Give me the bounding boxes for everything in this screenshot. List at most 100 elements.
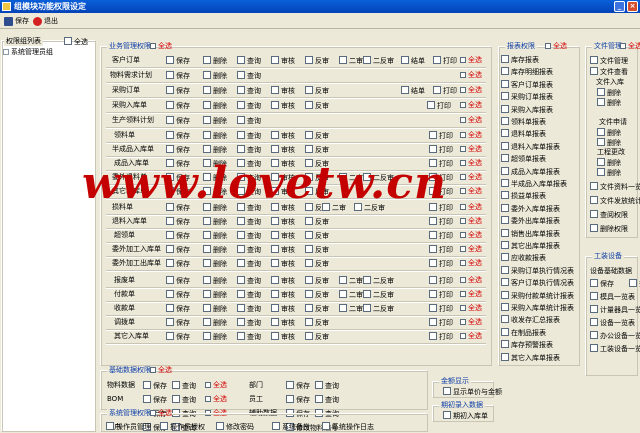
permission-checkbox[interactable]: 查询: [237, 318, 261, 327]
permission-checkbox[interactable]: 删除: [203, 187, 227, 196]
permission-checkbox[interactable]: 反审: [305, 231, 329, 240]
row-select-all[interactable]: 全选: [460, 173, 482, 182]
permission-checkbox[interactable]: 打印: [429, 217, 453, 226]
permission-checkbox[interactable]: 打印: [429, 245, 453, 254]
permission-checkbox[interactable]: 反审: [305, 245, 329, 254]
permission-checkbox[interactable]: 二审: [339, 276, 363, 285]
permission-checkbox[interactable]: 打印: [427, 101, 451, 110]
row-select-all[interactable]: 全选: [460, 259, 482, 268]
permission-checkbox[interactable]: 查询: [237, 187, 261, 196]
permission-checkbox[interactable]: 二审: [339, 173, 363, 182]
basic-checkbox[interactable]: 保存: [143, 395, 167, 404]
permission-checkbox[interactable]: 查询: [237, 56, 261, 65]
file-checkbox[interactable]: 删除: [597, 128, 621, 137]
basic-select-all[interactable]: 全选: [150, 366, 172, 375]
report-checkbox[interactable]: 采购付款单统计报表: [501, 291, 574, 300]
report-checkbox[interactable]: 退料单报表: [501, 129, 546, 138]
basic-checkbox[interactable]: 查询: [172, 381, 196, 390]
permission-checkbox[interactable]: 打印: [429, 145, 453, 154]
report-checkbox[interactable]: 超领单报表: [501, 154, 546, 163]
permission-checkbox[interactable]: 打印: [429, 276, 453, 285]
change-password-checkbox[interactable]: 修改密码: [216, 422, 254, 431]
permission-checkbox[interactable]: 打印: [429, 159, 453, 168]
save-button[interactable]: 保存: [4, 16, 29, 27]
file-checkbox[interactable]: 删除: [597, 158, 621, 167]
equipment-checkbox[interactable]: 查: [629, 279, 640, 288]
report-checkbox[interactable]: 在制品报表: [501, 328, 546, 337]
system-select-all[interactable]: 全选: [150, 409, 172, 418]
permission-checkbox[interactable]: 保存: [166, 304, 190, 313]
permission-checkbox[interactable]: 打印: [429, 304, 453, 313]
permission-checkbox[interactable]: 查询: [237, 203, 261, 212]
permission-checkbox[interactable]: 查询: [237, 245, 261, 254]
permission-checkbox[interactable]: 反审: [305, 131, 329, 140]
report-checkbox[interactable]: 半成品入库单报表: [501, 179, 567, 188]
row-select-all[interactable]: 全选: [460, 187, 482, 196]
permission-checkbox[interactable]: 反审: [305, 187, 329, 196]
equipment-checkbox[interactable]: 模具一览表: [590, 292, 635, 301]
permission-checkbox[interactable]: 保存: [166, 173, 190, 182]
permission-checkbox[interactable]: 删除: [203, 332, 227, 341]
permission-checkbox[interactable]: 删除: [203, 231, 227, 240]
permission-checkbox[interactable]: 查询: [237, 259, 261, 268]
permission-checkbox[interactable]: 审核: [271, 173, 295, 182]
permission-checkbox[interactable]: 反审: [305, 217, 329, 226]
equipment-checkbox[interactable]: 工装设备一览: [590, 344, 640, 353]
report-checkbox[interactable]: 收发存汇总报表: [501, 315, 560, 324]
row-select-all[interactable]: 全选: [460, 71, 482, 80]
report-checkbox[interactable]: 库存报表: [501, 55, 539, 64]
row-select-all[interactable]: 全选: [460, 101, 482, 110]
permission-checkbox[interactable]: 审核: [271, 86, 295, 95]
permission-checkbox[interactable]: 保存: [166, 159, 190, 168]
basic-row-select-all[interactable]: 全选: [205, 395, 227, 404]
row-select-all[interactable]: 全选: [460, 304, 482, 313]
permission-checkbox[interactable]: 查询: [237, 116, 261, 125]
op-log-checkbox[interactable]: 系统操作日志: [322, 422, 374, 431]
permission-checkbox[interactable]: 反审: [305, 318, 329, 327]
basic-checkbox[interactable]: 保存: [143, 381, 167, 390]
permission-checkbox[interactable]: 保存: [166, 86, 190, 95]
permission-checkbox[interactable]: 查询: [237, 231, 261, 240]
permission-checkbox[interactable]: 打印: [433, 56, 457, 65]
basic-row-select-all[interactable]: 全选: [205, 381, 227, 390]
permission-checkbox[interactable]: 查询: [237, 217, 261, 226]
permission-checkbox[interactable]: 审核: [271, 332, 295, 341]
permission-checkbox[interactable]: 删除: [203, 203, 227, 212]
permission-checkbox[interactable]: 打印: [429, 259, 453, 268]
report-checkbox[interactable]: 库存明细报表: [501, 67, 553, 76]
row-select-all[interactable]: 全选: [460, 318, 482, 327]
file-select-all[interactable]: 全选: [620, 42, 640, 51]
permission-checkbox[interactable]: 查询: [237, 131, 261, 140]
row-select-all[interactable]: 全选: [460, 116, 482, 125]
exit-button[interactable]: 退出: [33, 16, 58, 27]
permission-checkbox[interactable]: 保存: [166, 231, 190, 240]
permission-checkbox[interactable]: 反审: [305, 145, 329, 154]
permission-checkbox[interactable]: 审核: [271, 131, 295, 140]
show-price-checkbox[interactable]: 显示单价与金额: [443, 387, 502, 396]
group-select-all-checkbox[interactable]: 全选: [64, 37, 88, 46]
equipment-checkbox[interactable]: 计量器具一览: [590, 305, 640, 314]
row-select-all[interactable]: 全选: [460, 290, 482, 299]
permission-checkbox[interactable]: 查询: [237, 145, 261, 154]
row-select-all[interactable]: 全选: [460, 131, 482, 140]
permission-checkbox[interactable]: 保存: [166, 245, 190, 254]
permission-checkbox[interactable]: 反审: [305, 173, 329, 182]
permission-checkbox[interactable]: 审核: [271, 217, 295, 226]
permission-checkbox[interactable]: 二审: [339, 304, 363, 313]
permission-checkbox[interactable]: 反审: [305, 276, 329, 285]
report-checkbox[interactable]: 退料入库单报表: [501, 142, 560, 151]
permission-checkbox[interactable]: 反审: [305, 101, 329, 110]
close-icon[interactable]: ×: [627, 1, 638, 12]
permission-checkbox[interactable]: 保存: [166, 116, 190, 125]
permission-checkbox[interactable]: 删除: [203, 131, 227, 140]
permission-checkbox[interactable]: 打印: [429, 131, 453, 140]
permission-checkbox[interactable]: 二审: [339, 290, 363, 299]
permission-checkbox[interactable]: 保存: [166, 217, 190, 226]
report-checkbox[interactable]: 采购订单执行情况表: [501, 266, 574, 275]
file-checkbox[interactable]: 删除: [597, 168, 621, 177]
permission-checkbox[interactable]: 保存: [166, 56, 190, 65]
permission-checkbox[interactable]: 打印: [429, 231, 453, 240]
permission-checkbox[interactable]: 审核: [271, 245, 295, 254]
op-grant-checkbox[interactable]: 操作员授权: [160, 422, 205, 431]
basic-checkbox[interactable]: 查询: [172, 395, 196, 404]
